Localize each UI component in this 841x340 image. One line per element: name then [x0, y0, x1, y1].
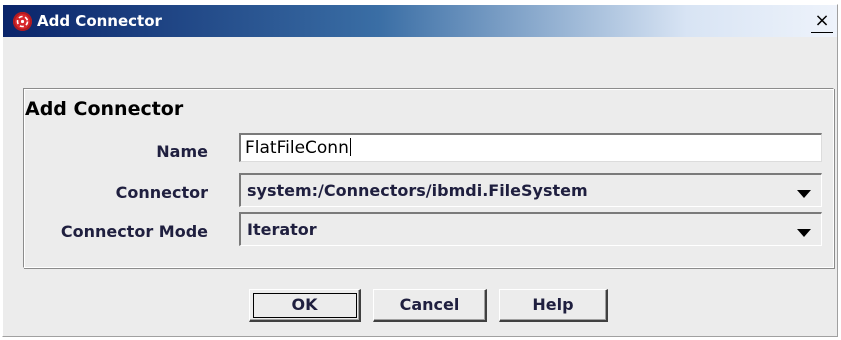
group-title: Add Connector — [25, 98, 184, 120]
connector-select-value: system:/Connectors/ibmdi.FileSystem — [247, 181, 588, 200]
connector-mode-select-value: Iterator — [247, 220, 317, 239]
help-button[interactable]: Help — [499, 289, 608, 322]
name-input-value: FlatFileConn — [245, 138, 349, 158]
connector-app-icon — [13, 12, 32, 31]
cancel-button[interactable]: Cancel — [373, 289, 487, 322]
connector-label: Connector — [115, 183, 208, 202]
window-title: Add Connector — [37, 12, 162, 30]
connector-select[interactable]: system:/Connectors/ibmdi.FileSystem — [239, 173, 822, 207]
close-icon[interactable]: × — [811, 10, 833, 33]
chevron-down-icon[interactable] — [797, 225, 811, 243]
ok-button[interactable]: OK — [249, 289, 361, 322]
add-connector-dialog: Add Connector × Add Connector Name FlatF… — [2, 4, 838, 337]
chevron-down-icon[interactable] — [797, 186, 811, 204]
title-bar[interactable]: Add Connector × — [3, 5, 837, 37]
connector-mode-label: Connector Mode — [60, 222, 208, 241]
name-input[interactable]: FlatFileConn — [239, 133, 822, 162]
text-caret — [349, 138, 351, 156]
connector-mode-select[interactable]: Iterator — [239, 212, 822, 246]
name-label: Name — [156, 142, 208, 161]
